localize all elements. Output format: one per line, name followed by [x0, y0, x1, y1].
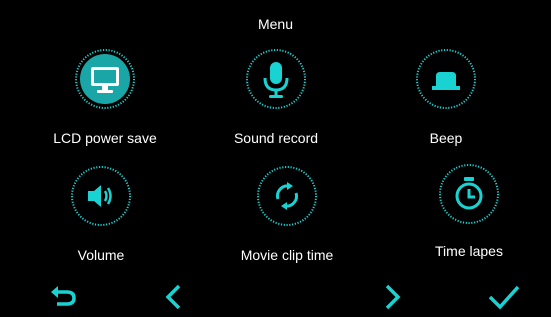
- confirm-icon: [488, 285, 520, 310]
- item-label: Movie clip time: [240, 247, 334, 263]
- next-icon: [385, 284, 401, 310]
- item-label: Sound record: [233, 130, 319, 146]
- item-label: Time lapes: [435, 243, 503, 259]
- back-icon: [51, 286, 76, 306]
- prev-icon: [165, 284, 181, 310]
- menu-item-lcd-power-save[interactable]: LCD power save: [15, 48, 195, 148]
- menu-item-movie-clip-time[interactable]: Movie clip time: [197, 165, 377, 265]
- menu-title: Menu: [257, 16, 294, 32]
- prev-button[interactable]: [154, 280, 194, 314]
- menu-item-time-lapes[interactable]: Time lapes: [379, 163, 551, 263]
- item-label: Volume: [77, 247, 125, 263]
- menu-item-volume[interactable]: Volume: [11, 165, 191, 265]
- item-label: LCD power save: [53, 130, 157, 146]
- confirm-button[interactable]: [484, 280, 524, 314]
- camera-menu-screen: { "menu": { "title": "Menu", "items": [ …: [0, 0, 551, 317]
- item-ring: [415, 48, 477, 110]
- menu-item-beep[interactable]: Beep: [356, 48, 536, 148]
- next-button[interactable]: [372, 280, 412, 314]
- back-button[interactable]: [44, 280, 84, 314]
- item-ring: [256, 165, 318, 227]
- menu-item-sound-record[interactable]: Sound record: [186, 48, 366, 148]
- item-ring: [438, 163, 500, 225]
- item-ring: [74, 48, 136, 110]
- item-label: Beep: [429, 130, 463, 146]
- item-ring: [245, 48, 307, 110]
- beep-icon: [432, 72, 460, 90]
- item-ring: [70, 165, 132, 227]
